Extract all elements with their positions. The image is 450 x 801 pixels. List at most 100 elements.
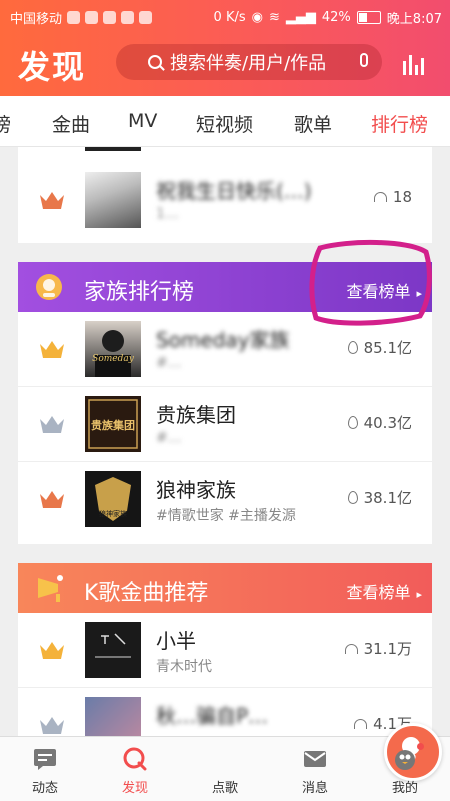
song-title: 秋…骗自P… bbox=[156, 704, 269, 728]
svg-text:贵族集团: 贵族集团 bbox=[91, 418, 135, 432]
crown-silver-icon bbox=[40, 717, 64, 734]
kge-rank-header[interactable]: K歌金曲推荐 查看榜单 bbox=[18, 563, 432, 613]
list-item[interactable]: 贵族集团 贵族集团 #… 40.3亿 bbox=[18, 387, 432, 462]
crown-silver-icon bbox=[40, 416, 64, 433]
nav-sing[interactable]: 点歌 bbox=[185, 723, 442, 801]
wifi-icon: ≋ bbox=[268, 10, 280, 25]
view-kge-rank-button[interactable]: 查看榜单 bbox=[346, 579, 422, 603]
family-logo-someday: Someday bbox=[92, 330, 135, 377]
listen-count: 31.1万 bbox=[344, 638, 412, 659]
song-subtitle: 1… bbox=[156, 206, 179, 222]
penguin-icon bbox=[395, 750, 415, 770]
tab-short-video[interactable]: 短视频 bbox=[196, 110, 253, 137]
family-heat: 85.1亿 bbox=[347, 337, 412, 358]
kge-rank-title: K歌金曲推荐 bbox=[84, 581, 209, 606]
family-thumbnail: 贵族集团 bbox=[85, 396, 141, 452]
search-input[interactable]: 搜索伴奏/用户/作品 bbox=[116, 44, 382, 80]
song-thumbnail bbox=[85, 622, 141, 678]
nav-sing-label: 点歌 bbox=[211, 781, 238, 796]
clock: 晚上8:07 bbox=[386, 12, 442, 27]
eye-icon: ◉ bbox=[251, 10, 263, 25]
song-thumbnail bbox=[85, 172, 141, 228]
fire-icon bbox=[347, 416, 358, 429]
family-name: Someday家族 bbox=[156, 328, 290, 352]
charts-icon[interactable] bbox=[403, 55, 427, 75]
song-rank-card: 祝我生日快乐(…) 1… 18 bbox=[18, 147, 432, 243]
family-badge-icon bbox=[36, 274, 62, 300]
svg-text:Someday: Someday bbox=[92, 354, 135, 364]
fire-icon bbox=[347, 491, 358, 504]
notification-icon bbox=[121, 11, 135, 24]
family-rank-title: 家族排行榜 bbox=[84, 280, 195, 305]
nav-messages[interactable]: 消息 bbox=[275, 737, 355, 801]
crown-bronze-icon bbox=[40, 491, 64, 508]
list-item[interactable]: 狼神家族 狼神家族 #情歌世家 #主播发源 38.1亿 bbox=[18, 462, 432, 536]
family-rank-card: 家族排行榜 查看榜单 Someday Someday家族 #… 85.1亿 贵族… bbox=[18, 262, 432, 544]
family-tags: #… bbox=[156, 430, 182, 446]
nav-profile-label: 我的 bbox=[391, 781, 418, 796]
notification-icon bbox=[85, 11, 99, 24]
tab-rank-partial[interactable]: 榜 bbox=[0, 110, 11, 137]
list-item[interactable]: 小半 青木时代 31.1万 bbox=[18, 613, 432, 688]
song-title: 祝我生日快乐(…) bbox=[156, 179, 312, 203]
tab-playlist[interactable]: 歌单 bbox=[294, 110, 332, 137]
family-heat-value: 38.1亿 bbox=[363, 489, 412, 507]
nav-discover[interactable]: 发现 bbox=[95, 737, 175, 801]
family-heat-value: 40.3亿 bbox=[363, 414, 412, 432]
notification-icon bbox=[67, 11, 81, 24]
search-icon bbox=[148, 55, 162, 69]
fire-icon bbox=[347, 341, 358, 354]
song-thumbnail bbox=[85, 697, 141, 736]
notification-icon bbox=[103, 11, 117, 24]
signal-icon: ▂▄▆ bbox=[285, 10, 316, 25]
top-bar: 中国移动 0 K/s ◉ ≋ ▂▄▆ 42% 晚上8:07 发现 搜索伴奏/用户… bbox=[0, 0, 450, 96]
family-logo-guizu: 贵族集团 bbox=[88, 399, 138, 449]
headphones-icon bbox=[344, 643, 358, 654]
nav-profile[interactable]: 我的 bbox=[365, 737, 445, 801]
nav-messages-label: 消息 bbox=[301, 781, 328, 796]
kge-rank-card: K歌金曲推荐 查看榜单 小半 青木时代 31.1万 秋…骗自P… 4.1万 bbox=[18, 563, 432, 736]
gramophone-icon bbox=[38, 575, 63, 602]
svg-text:狼神家族: 狼神家族 bbox=[99, 509, 127, 518]
crown-gold-icon bbox=[40, 642, 64, 659]
crown-bronze-icon bbox=[40, 192, 64, 209]
listen-count-value: 18 bbox=[392, 188, 412, 206]
song-artist: 青木时代 bbox=[156, 659, 212, 675]
family-thumbnail: 狼神家族 bbox=[85, 471, 141, 527]
listen-count-value: 31.1万 bbox=[363, 640, 412, 658]
list-item[interactable]: Someday Someday家族 #… 85.1亿 bbox=[18, 312, 432, 387]
category-tabs: 榜 金曲 MV 短视频 歌单 排行榜 bbox=[0, 96, 450, 150]
chat-icon bbox=[34, 749, 56, 770]
tab-golden-songs[interactable]: 金曲 bbox=[52, 110, 90, 137]
discover-icon bbox=[123, 747, 147, 771]
family-heat: 40.3亿 bbox=[347, 412, 412, 433]
nav-feed-label: 动态 bbox=[31, 781, 58, 796]
battery-icon bbox=[356, 11, 381, 24]
tab-leaderboard[interactable]: 排行榜 bbox=[371, 110, 429, 150]
family-heat: 38.1亿 bbox=[347, 487, 412, 508]
headphones-icon bbox=[373, 192, 387, 202]
search-placeholder: 搜索伴奏/用户/作品 bbox=[170, 53, 327, 74]
crown-gold-icon bbox=[40, 341, 64, 358]
list-item[interactable]: 秋…骗自P… 4.1万 bbox=[18, 688, 432, 736]
family-logo-langshen: 狼神家族 bbox=[95, 477, 131, 521]
song-title: 小半 bbox=[156, 629, 196, 653]
nav-feed[interactable]: 动态 bbox=[5, 737, 85, 801]
page-title: 发现 bbox=[18, 48, 87, 86]
family-name: 贵族集团 bbox=[156, 403, 236, 427]
notification-dot bbox=[417, 743, 424, 750]
family-tags: #情歌世家 #主播发源 bbox=[156, 508, 296, 524]
view-family-rank-button[interactable]: 查看榜单 bbox=[346, 278, 422, 302]
nav-discover-label: 发现 bbox=[121, 781, 148, 796]
family-thumbnail: Someday bbox=[85, 321, 141, 377]
song-cover-art bbox=[95, 633, 131, 658]
mail-icon bbox=[304, 751, 326, 767]
family-rank-header[interactable]: 家族排行榜 查看榜单 bbox=[18, 262, 432, 312]
mic-icon[interactable] bbox=[360, 53, 368, 67]
list-item[interactable]: 祝我生日快乐(…) 1… 18 bbox=[18, 163, 432, 237]
family-tags: #… bbox=[156, 355, 182, 371]
bottom-nav: 动态 发现 点歌 消息 我的 bbox=[0, 723, 450, 801]
battery-percent: 42% bbox=[321, 10, 351, 25]
tab-mv[interactable]: MV bbox=[128, 110, 157, 132]
carrier-label: 中国移动 bbox=[10, 12, 63, 27]
